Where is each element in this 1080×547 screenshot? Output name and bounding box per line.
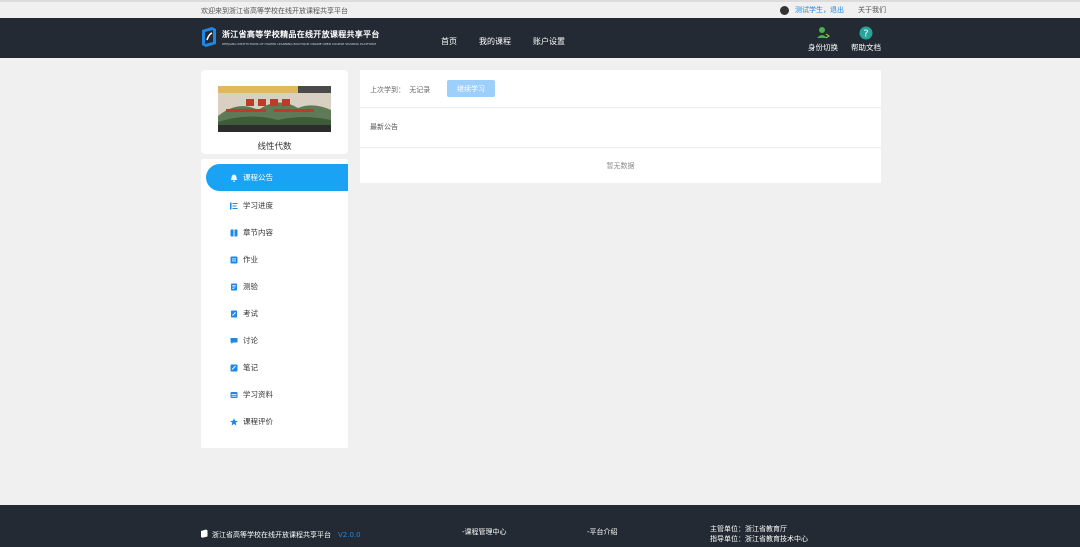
menu-label: 作业 <box>243 255 258 264</box>
announcements-panel: 上次学到： 无记录 继续学习 最新公告 暂无数据 <box>360 70 881 183</box>
footer-guide: 指导单位：浙江省教育技术中心 <box>710 535 808 543</box>
footer-platform: 浙江省高等学校在线开放课程共享平台 V2.0.0 <box>200 529 361 540</box>
menu-item-notes[interactable]: 笔记 <box>206 354 348 381</box>
user-logout-link[interactable]: 测试学生，退出 <box>795 5 844 15</box>
platform-logo[interactable]: 浙江省高等学校精品在线开放课程共享平台 ZHEJIANG INSTITUTION… <box>200 26 380 48</box>
identity-switch-label: 身份切换 <box>808 43 838 52</box>
svg-text:?: ? <box>863 29 868 40</box>
homework-icon <box>230 256 238 264</box>
progress-list-icon <box>230 202 238 210</box>
bell-icon <box>230 174 238 182</box>
menu-label: 章节内容 <box>243 228 273 237</box>
star-icon <box>230 417 238 426</box>
menu-item-quiz[interactable]: 测验 <box>206 273 348 300</box>
header-tools: 身份切换 ? 帮助文档 <box>806 26 883 53</box>
logo-title: 浙江省高等学校精品在线开放课程共享平台 <box>222 29 380 39</box>
footer-link-course-center[interactable]: -课程管理中心 <box>462 527 507 537</box>
menu-label: 课程公告 <box>243 173 273 182</box>
quiz-icon <box>230 283 238 291</box>
empty-state: 暂无数据 <box>360 148 881 183</box>
latest-announcements-header: 最新公告 <box>360 108 881 148</box>
menu-item-announcements[interactable]: 课程公告 <box>206 164 348 191</box>
last-study-value: 无记录 <box>409 86 431 94</box>
menu-label: 测验 <box>243 282 258 291</box>
menu-item-discussion[interactable]: 讨论 <box>206 327 348 354</box>
top-bar: 欢迎来到浙江省高等学校在线开放课程共享平台 测试学生，退出 关于我们 <box>0 0 1080 18</box>
course-menu: 课程公告 学习进度 章节内容 作业 测验 考试 讨论 笔记 学习资料 课程评价 <box>201 159 348 448</box>
about-link[interactable]: 关于我们 <box>858 5 886 15</box>
help-docs-label: 帮助文档 <box>851 43 881 52</box>
logo-subtitle: ZHEJIANG INSTITUTIONS OF HIGHER LEARNING… <box>222 41 376 46</box>
menu-item-homework[interactable]: 作业 <box>206 246 348 273</box>
main-header: 浙江省高等学校精品在线开放课程共享平台 ZHEJIANG INSTITUTION… <box>0 18 1080 58</box>
logo-mark-icon <box>200 26 218 48</box>
main-nav: 首页 我的课程 账户设置 <box>441 36 565 47</box>
menu-label: 课程评价 <box>243 417 273 426</box>
course-card: 线性代数 <box>201 70 348 154</box>
help-icon: ? <box>859 26 873 40</box>
footer-sponsor: 主管单位：浙江省教育厅 <box>710 525 787 533</box>
footer-link-platform-intro[interactable]: -平台介绍 <box>587 527 618 537</box>
footer-platform-name: 浙江省高等学校在线开放课程共享平台 <box>212 530 331 539</box>
user-avatar-icon <box>780 5 789 15</box>
nav-account-settings[interactable]: 账户设置 <box>533 36 565 47</box>
user-switch-icon <box>816 26 830 40</box>
welcome-text: 欢迎来到浙江省高等学校在线开放课程共享平台 <box>201 7 348 15</box>
exam-icon <box>230 310 238 318</box>
identity-switch-button[interactable]: 身份切换 <box>806 26 840 53</box>
course-cover-image[interactable] <box>218 86 331 132</box>
footer-logo-icon <box>200 529 208 540</box>
menu-label: 考试 <box>243 309 258 318</box>
page-footer: 浙江省高等学校在线开放课程共享平台 V2.0.0 -课程管理中心 -平台介绍 主… <box>0 505 1080 547</box>
latest-announcements-title: 最新公告 <box>370 123 398 131</box>
menu-item-exam[interactable]: 考试 <box>206 300 348 327</box>
notes-icon <box>230 364 238 372</box>
top-bar-right: 测试学生，退出 关于我们 <box>780 5 886 15</box>
nav-my-courses[interactable]: 我的课程 <box>479 36 511 47</box>
empty-state-text: 暂无数据 <box>606 162 635 170</box>
menu-item-chapters[interactable]: 章节内容 <box>206 219 348 246</box>
menu-label: 学习资料 <box>243 390 273 399</box>
menu-item-progress[interactable]: 学习进度 <box>206 192 348 219</box>
menu-label: 笔记 <box>243 363 258 372</box>
materials-icon <box>230 391 238 399</box>
menu-label: 学习进度 <box>243 201 273 210</box>
menu-label: 讨论 <box>243 336 258 345</box>
menu-item-evaluation[interactable]: 课程评价 <box>206 408 348 435</box>
menu-item-materials[interactable]: 学习资料 <box>206 381 348 408</box>
help-docs-button[interactable]: ? 帮助文档 <box>849 26 883 53</box>
last-study-row: 上次学到： 无记录 继续学习 <box>360 70 881 108</box>
continue-study-button[interactable]: 继续学习 <box>447 80 495 97</box>
book-icon <box>230 229 238 237</box>
nav-home[interactable]: 首页 <box>441 36 457 47</box>
footer-version: V2.0.0 <box>338 530 361 539</box>
course-name: 线性代数 <box>257 142 292 152</box>
footer-sponsors: 主管单位：浙江省教育厅 指导单位：浙江省教育技术中心 <box>710 524 808 544</box>
discussion-icon <box>230 337 238 345</box>
last-study-label: 上次学到： <box>370 86 405 94</box>
